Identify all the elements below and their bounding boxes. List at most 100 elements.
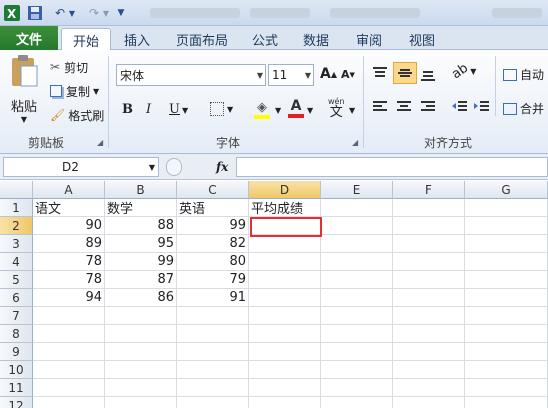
redo-icon[interactable]: ↷ — [84, 3, 104, 23]
redo-dropdown-icon[interactable]: ▼ — [102, 3, 110, 23]
row-header[interactable]: 3 — [0, 235, 33, 253]
name-box[interactable]: D2 ▼ — [3, 157, 159, 177]
fill-color-button[interactable]: ◈ — [254, 100, 270, 119]
grid-cell[interactable] — [321, 343, 393, 361]
increase-font-button[interactable]: A ▲ — [320, 66, 337, 82]
grid-cell[interactable] — [177, 343, 249, 361]
grid-cell[interactable] — [105, 307, 177, 325]
row-header[interactable]: 4 — [0, 253, 33, 271]
grid-cell[interactable] — [33, 325, 105, 343]
grid-cell[interactable] — [33, 397, 105, 408]
formula-input[interactable] — [236, 157, 548, 177]
grid-cell[interactable] — [393, 379, 465, 397]
grid-cell[interactable] — [393, 307, 465, 325]
grid-cell[interactable] — [177, 397, 249, 408]
grid-cell[interactable] — [393, 325, 465, 343]
grid-cell[interactable] — [33, 379, 105, 397]
grid-cell[interactable] — [105, 361, 177, 379]
grid-cell[interactable] — [321, 307, 393, 325]
grid-cell[interactable] — [393, 397, 465, 408]
grid-cell[interactable] — [393, 235, 465, 253]
grid-cell[interactable] — [249, 361, 321, 379]
decrease-font-button[interactable]: A ▼ — [341, 68, 355, 81]
customize-toolbar-icon[interactable]: ▼ — [116, 3, 126, 23]
grid-cell[interactable] — [465, 199, 548, 217]
cell-b4[interactable]: 99 — [105, 253, 177, 271]
grid-cell[interactable] — [393, 271, 465, 289]
align-top-button[interactable] — [372, 66, 388, 80]
copy-button[interactable]: 复制 ▼ — [50, 82, 99, 100]
align-bottom-button[interactable] — [420, 68, 436, 82]
grid-cell[interactable] — [33, 307, 105, 325]
merge-center-button[interactable]: 合并 — [503, 100, 544, 117]
grid-cell[interactable] — [465, 361, 548, 379]
grid-cell[interactable] — [321, 379, 393, 397]
grid-cell[interactable] — [177, 379, 249, 397]
grid-cell[interactable] — [249, 253, 321, 271]
grid-cell[interactable] — [321, 217, 393, 235]
grid-cell[interactable] — [249, 307, 321, 325]
cell-c6[interactable]: 91 — [177, 289, 249, 307]
column-header-g[interactable]: G — [465, 181, 548, 199]
grid-cell[interactable] — [321, 235, 393, 253]
grid-cell[interactable] — [465, 343, 548, 361]
column-header-e[interactable]: E — [321, 181, 393, 199]
grid-cell[interactable] — [393, 343, 465, 361]
grid-cell[interactable] — [249, 271, 321, 289]
format-painter-button[interactable]: 🖌 格式刷 — [50, 106, 104, 124]
cell-a2[interactable]: 90 — [33, 217, 105, 235]
grid-cell[interactable] — [105, 343, 177, 361]
grid-cell[interactable] — [249, 397, 321, 408]
align-right-button[interactable] — [420, 100, 436, 114]
grid-cell[interactable] — [393, 217, 465, 235]
cell-a5[interactable]: 78 — [33, 271, 105, 289]
cell-b3[interactable]: 95 — [105, 235, 177, 253]
grid-cell[interactable] — [105, 397, 177, 408]
cell-a3[interactable]: 89 — [33, 235, 105, 253]
grid-cell[interactable] — [321, 199, 393, 217]
save-icon[interactable] — [26, 3, 44, 23]
decrease-indent-button[interactable] — [452, 100, 468, 114]
column-header-b[interactable]: B — [105, 181, 177, 199]
grid-cell[interactable] — [321, 271, 393, 289]
wrap-text-button[interactable]: 自动 — [503, 66, 544, 83]
row-header[interactable]: 9 — [0, 343, 33, 361]
cell-c4[interactable]: 80 — [177, 253, 249, 271]
cell-d1[interactable]: 平均成绩 — [249, 199, 321, 217]
cell-b1[interactable]: 数学 — [105, 199, 177, 217]
grid-cell[interactable] — [177, 361, 249, 379]
grid-cell[interactable] — [465, 217, 548, 235]
grid-cell[interactable] — [465, 289, 548, 307]
fill-dropdown-icon[interactable]: ▼ — [275, 106, 281, 115]
grid-cell[interactable] — [249, 235, 321, 253]
column-header-a[interactable]: A — [33, 181, 105, 199]
row-header[interactable]: 12 — [0, 397, 33, 408]
phonetic-button[interactable]: wén 文 — [328, 98, 345, 120]
font-color-button[interactable]: A — [288, 98, 304, 118]
grid-cell[interactable] — [249, 325, 321, 343]
grid-cell[interactable] — [33, 343, 105, 361]
tab-formulas[interactable]: 公式 — [245, 28, 285, 50]
font-name-select[interactable]: 宋体 ▼ — [116, 64, 266, 86]
orientation-button[interactable]: ab ▼ — [449, 61, 476, 83]
cell-c2[interactable]: 99 — [177, 217, 249, 235]
grid-cell[interactable] — [465, 379, 548, 397]
row-header[interactable]: 1 — [0, 199, 33, 217]
grid-cell[interactable] — [177, 325, 249, 343]
tab-file[interactable]: 文件 — [0, 26, 58, 50]
cell-c5[interactable]: 79 — [177, 271, 249, 289]
row-header[interactable]: 11 — [0, 379, 33, 397]
grid-cell[interactable] — [465, 271, 548, 289]
underline-button[interactable]: U — [169, 102, 180, 117]
copy-dropdown-icon[interactable]: ▼ — [93, 87, 99, 96]
row-header[interactable]: 2 — [0, 217, 33, 235]
grid-cell[interactable] — [249, 343, 321, 361]
grid-cell[interactable] — [393, 253, 465, 271]
grid-cell[interactable] — [321, 289, 393, 307]
column-header-f[interactable]: F — [393, 181, 465, 199]
cell-c3[interactable]: 82 — [177, 235, 249, 253]
paste-dropdown-icon[interactable]: ▼ — [21, 115, 27, 124]
row-header[interactable]: 6 — [0, 289, 33, 307]
grid-cell[interactable] — [321, 253, 393, 271]
grid-cell[interactable] — [465, 307, 548, 325]
